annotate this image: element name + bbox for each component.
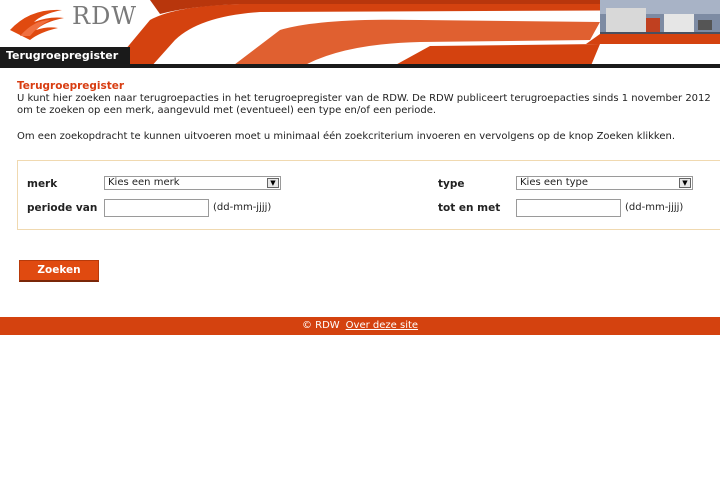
tot-en-met-label: tot en met <box>438 202 501 214</box>
about-site-link[interactable]: Over deze site <box>346 320 418 331</box>
type-label: type <box>438 178 465 190</box>
intro-text-1: U kunt hier zoeken naar terugroepacties … <box>17 93 711 104</box>
intro-section: Terugroepregister U kunt hier zoeken naa… <box>17 80 717 142</box>
chevron-down-icon[interactable]: ▼ <box>679 178 691 188</box>
type-selected-value: Kies een type <box>520 177 589 188</box>
periode-van-input[interactable] <box>104 199 209 217</box>
rdw-logo-text: RDW <box>72 2 137 30</box>
periode-van-label: periode van <box>27 202 98 214</box>
footer: © RDW Over deze site <box>0 317 720 335</box>
merk-select[interactable]: Kies een merk ▼ <box>104 176 281 190</box>
intro-text-3: Om een zoekopdracht te kunnen uitvoeren … <box>17 131 676 142</box>
periode-van-hint: (dd-mm-jjjj) <box>213 202 272 213</box>
page-title-bar: Terugroepregister <box>0 47 130 64</box>
tot-en-met-hint: (dd-mm-jjjj) <box>625 202 684 213</box>
page-title: Terugroepregister <box>6 49 119 62</box>
chevron-down-icon[interactable]: ▼ <box>267 178 279 188</box>
merk-label: merk <box>27 178 58 190</box>
copyright-text: © RDW <box>301 320 340 331</box>
search-button[interactable]: Zoeken <box>19 260 99 282</box>
search-form: merk Kies een merk ▼ type Kies een type … <box>17 160 720 230</box>
section-title: Terugroepregister <box>17 80 125 92</box>
tot-en-met-input[interactable] <box>516 199 621 217</box>
merk-selected-value: Kies een merk <box>108 177 180 188</box>
type-select[interactable]: Kies een type ▼ <box>516 176 693 190</box>
intro-text-2: om te zoeken op een merk, aangevuld met … <box>17 105 437 116</box>
